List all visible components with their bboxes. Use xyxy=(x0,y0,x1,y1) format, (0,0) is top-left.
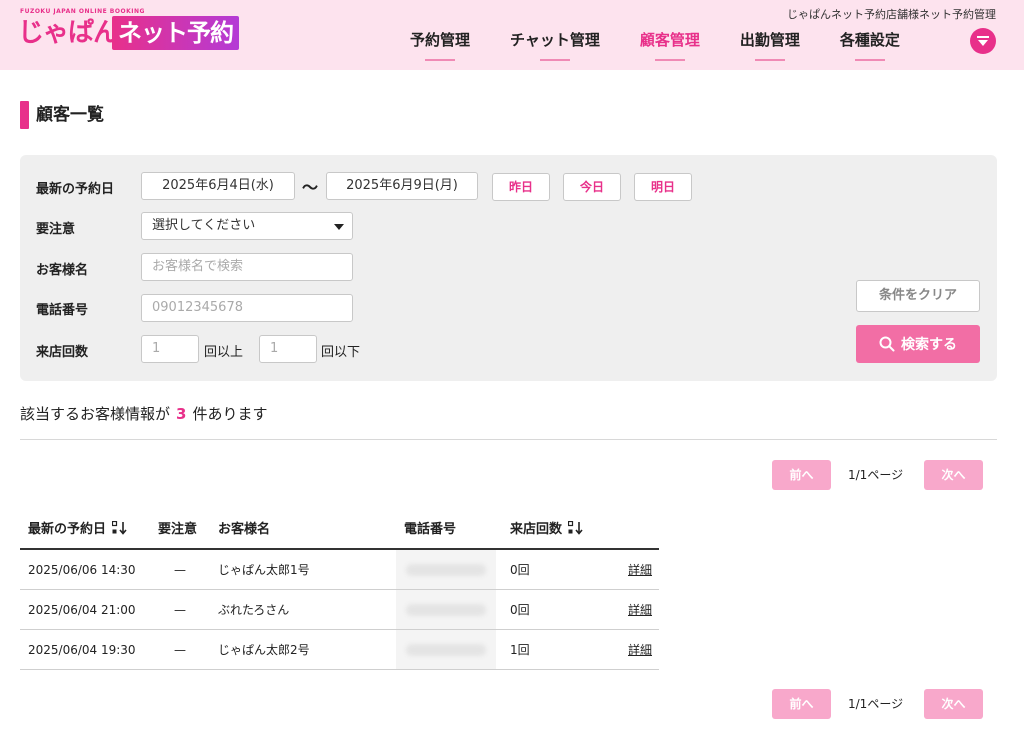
customer-name-label: お客様名 xyxy=(36,263,89,278)
row-date: 2025/06/04 19:30 xyxy=(28,643,136,657)
prev-page-button[interactable]: 前へ xyxy=(772,460,831,490)
store-name: じゃぱんネット予約店舗様ネット予約管理 xyxy=(787,8,996,21)
app-header: FUZOKU JAPAN ONLINE BOOKING じゃぱん! ネット予約 … xyxy=(0,0,1024,70)
next-page-button[interactable]: 次へ xyxy=(924,689,983,719)
row-visits: 0回 xyxy=(510,563,530,577)
column-header-visits-label: 来店回数 xyxy=(510,522,563,537)
prev-page-button[interactable]: 前へ xyxy=(772,689,831,719)
row-caution: — xyxy=(174,603,186,617)
sort-icon xyxy=(112,520,127,535)
phone-label: 電話番号 xyxy=(36,303,89,318)
date-to-input[interactable]: 2025年6月9日(月) xyxy=(326,172,478,200)
row-visits: 0回 xyxy=(510,603,530,617)
latest-reservation-label: 最新の予約日 xyxy=(36,182,115,197)
customer-name-input[interactable]: お客様名で検索 xyxy=(141,253,353,281)
date-from-input[interactable]: 2025年6月4日(水) xyxy=(141,172,295,200)
detail-link[interactable]: 詳細 xyxy=(628,550,652,590)
search-icon xyxy=(879,336,895,352)
row-name: じゃぱん太郎1号 xyxy=(218,563,310,577)
logo[interactable]: FUZOKU JAPAN ONLINE BOOKING じゃぱん! ネット予約 xyxy=(18,8,239,52)
nav-item-customers[interactable]: 顧客管理 xyxy=(640,28,700,61)
next-page-button[interactable]: 次へ xyxy=(924,460,983,490)
visits-max-unit: 回以下 xyxy=(321,345,361,360)
column-header-name: お客様名 xyxy=(218,522,271,537)
yesterday-button[interactable]: 昨日 xyxy=(492,173,550,201)
column-header-date-label: 最新の予約日 xyxy=(28,522,107,537)
table-row: 2025/06/04 19:30 — じゃぱん太郎2号 1回 詳細 xyxy=(20,630,659,670)
search-panel: 最新の予約日 2025年6月4日(水) 〜 2025年6月9日(月) 昨日 今日… xyxy=(20,155,997,381)
row-name: じゃぱん太郎2号 xyxy=(218,643,310,657)
result-count: 該当するお客様情報が 3 件あります xyxy=(20,403,267,424)
main-nav: 予約管理 チャット管理 顧客管理 出勤管理 各種設定 xyxy=(410,28,940,61)
visits-max-input[interactable]: 1 xyxy=(259,335,317,363)
pagination-top: 前へ 1/1ページ 次へ xyxy=(772,460,984,490)
table-row: 2025/06/06 14:30 — じゃぱん太郎1号 0回 詳細 xyxy=(20,550,659,590)
page-title: 顧客一覧 xyxy=(20,101,104,129)
detail-link[interactable]: 詳細 xyxy=(628,590,652,630)
detail-link[interactable]: 詳細 xyxy=(628,630,652,670)
today-button[interactable]: 今日 xyxy=(563,173,621,201)
visits-min-input[interactable]: 1 xyxy=(141,335,199,363)
caution-label: 要注意 xyxy=(36,222,76,237)
caution-select[interactable]: 選択してください xyxy=(141,212,353,240)
page-info: 1/1ページ xyxy=(848,468,904,482)
nav-item-chat[interactable]: チャット管理 xyxy=(510,28,600,61)
pagination-bottom: 前へ 1/1ページ 次へ xyxy=(772,689,984,719)
tomorrow-button[interactable]: 明日 xyxy=(634,173,692,201)
row-caution: — xyxy=(174,643,186,657)
caution-selected-value: 選択してください xyxy=(152,218,256,233)
visits-min-unit: 回以上 xyxy=(204,345,244,360)
phone-input[interactable]: 09012345678 xyxy=(141,294,353,322)
clear-conditions-button[interactable]: 条件をクリア xyxy=(856,280,980,312)
chevron-down-circle-icon[interactable] xyxy=(970,28,996,54)
row-date: 2025/06/04 21:00 xyxy=(28,603,136,617)
column-header-phone: 電話番号 xyxy=(404,522,457,537)
column-header-caution: 要注意 xyxy=(158,522,198,537)
table-row: 2025/06/04 21:00 — ぶれたろさん 0回 詳細 xyxy=(20,590,659,630)
row-visits: 1回 xyxy=(510,643,530,657)
result-suffix: 件あります xyxy=(192,405,268,423)
logo-badge: ネット予約 xyxy=(112,16,239,50)
search-button[interactable]: 検索する xyxy=(856,325,980,363)
row-name: ぶれたろさん xyxy=(218,603,290,617)
column-header-visits[interactable]: 来店回数 xyxy=(510,518,584,537)
row-caution: — xyxy=(174,563,186,577)
sort-icon xyxy=(568,520,583,535)
nav-item-reservations[interactable]: 予約管理 xyxy=(410,28,470,61)
caret-down-icon xyxy=(334,224,344,230)
nav-item-settings[interactable]: 各種設定 xyxy=(840,28,900,61)
search-button-label: 検索する xyxy=(901,337,957,353)
visits-label: 来店回数 xyxy=(36,345,89,360)
result-prefix: 該当するお客様情報が xyxy=(20,405,171,423)
date-separator: 〜 xyxy=(302,178,319,197)
result-count-number: 3 xyxy=(176,405,187,423)
logo-tagline: FUZOKU JAPAN ONLINE BOOKING xyxy=(20,8,145,15)
divider xyxy=(20,439,997,440)
column-header-date[interactable]: 最新の予約日 xyxy=(28,518,128,537)
nav-item-attendance[interactable]: 出勤管理 xyxy=(740,28,800,61)
row-date: 2025/06/06 14:30 xyxy=(28,563,136,577)
page-info: 1/1ページ xyxy=(848,697,904,711)
